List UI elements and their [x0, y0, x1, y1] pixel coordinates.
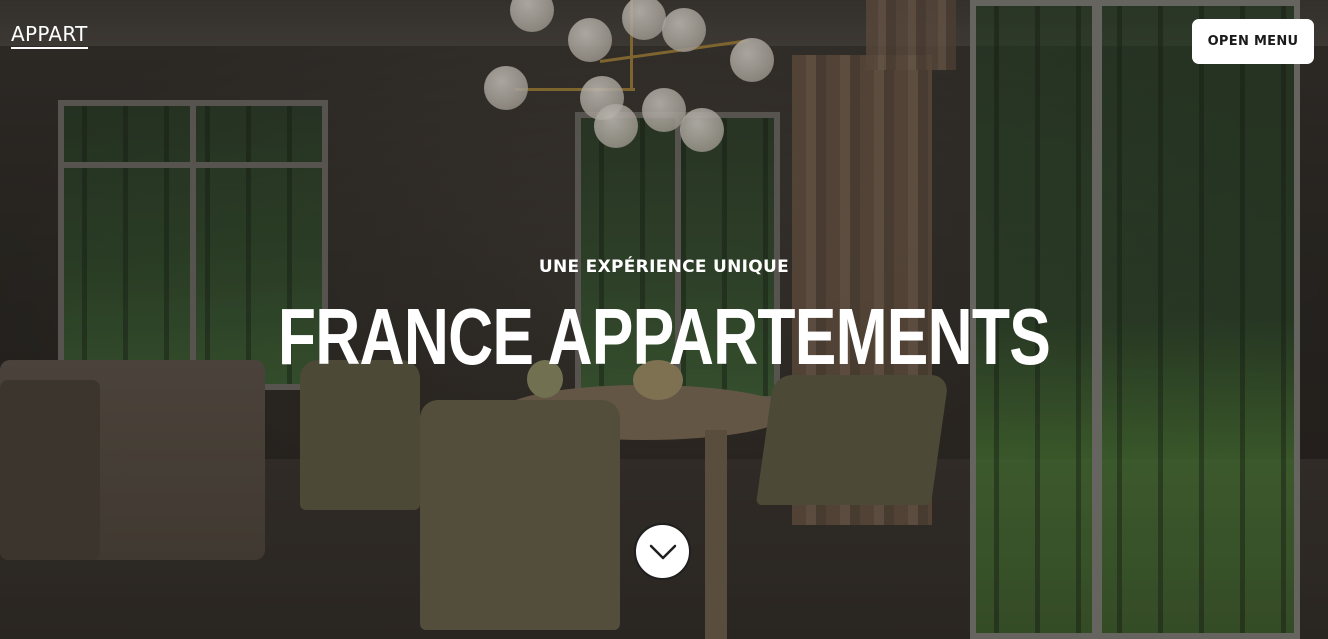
hero-title: FRANCE APPARTEMENTS — [277, 292, 1051, 381]
open-menu-button[interactable]: OPEN MENU — [1192, 19, 1314, 64]
hero-eyebrow: UNE EXPÉRIENCE UNIQUE — [538, 257, 790, 277]
brand-logo-link[interactable]: APPART — [11, 22, 88, 49]
chevron-down-icon — [649, 544, 676, 559]
hero-section: APPART OPEN MENU UNE EXPÉRIENCE UNIQUE F… — [0, 0, 1328, 639]
scroll-down-button[interactable] — [634, 523, 691, 580]
